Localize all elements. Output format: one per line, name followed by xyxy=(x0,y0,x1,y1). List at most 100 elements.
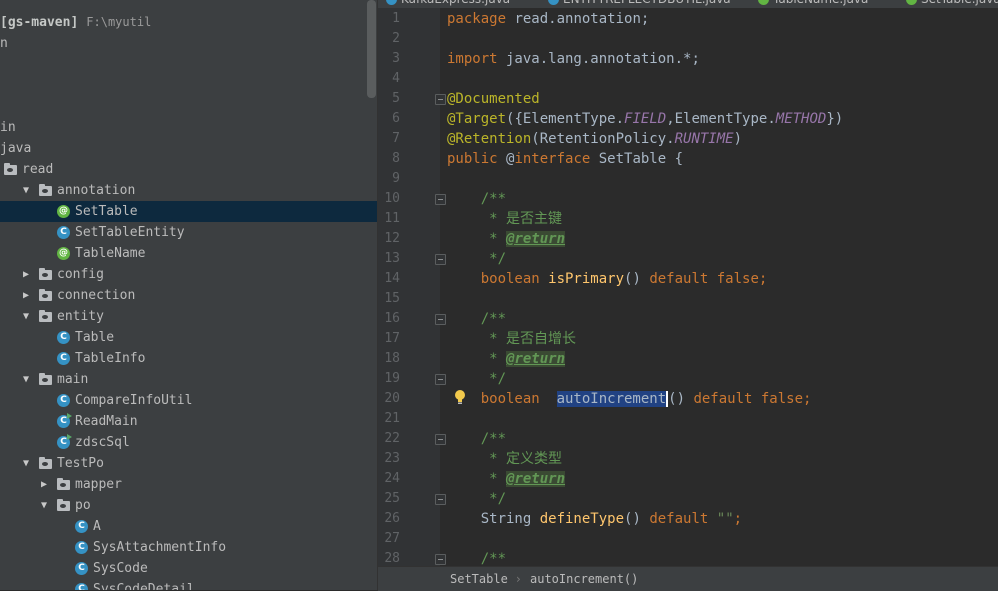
tree-item-label: TableName xyxy=(75,246,146,261)
code-line-18: * @return xyxy=(447,351,566,367)
tree-item-label: po xyxy=(75,498,91,513)
tab-label: SetTable.java xyxy=(921,0,998,6)
line-number: 15 xyxy=(384,291,400,306)
tree-item-po[interactable]: ▼ po xyxy=(0,495,377,516)
class-icon: C xyxy=(57,434,72,449)
tab-label: ENTITYREFLECTDBUTIL.java xyxy=(563,0,731,6)
chevron-down-icon[interactable]: ▼ xyxy=(20,369,32,390)
line-number: 9 xyxy=(392,171,400,186)
code-line-6: @Target({ElementType.FIELD,ElementType.M… xyxy=(447,111,844,127)
code-line-10: /** xyxy=(447,191,507,207)
line-number: 13 xyxy=(384,251,400,266)
tree-item-label: Table xyxy=(75,330,115,345)
tree-item-entity[interactable]: ▼ entity xyxy=(0,306,377,327)
class-icon: C xyxy=(57,331,70,344)
tree-item-settable[interactable]: @ SetTable xyxy=(0,201,377,222)
tree-item-label: SysCode xyxy=(93,561,148,576)
tree-item-syscode[interactable]: C SysCode xyxy=(0,558,377,579)
code-line-24: * @return xyxy=(447,471,566,487)
tab-label: KafkaExpress.java xyxy=(401,0,510,6)
class-icon: C xyxy=(75,520,88,533)
breadcrumb-settable[interactable]: SetTable xyxy=(450,567,508,591)
tree-item-label: TestPo xyxy=(57,456,104,471)
tree-item-sysattachmentinfo[interactable]: C SysAttachmentInfo xyxy=(0,537,377,558)
tab-entityreflectdbutil-java[interactable]: ENTITYREFLECTDBUTIL.java xyxy=(548,0,731,8)
line-number: 27 xyxy=(384,531,400,546)
project-tree-panel: [gs-maven] F:\myutil n in java read ▼ annotati… xyxy=(0,0,377,590)
lightbulb-icon[interactable] xyxy=(453,389,467,405)
package-folder-icon xyxy=(39,373,52,385)
line-number: 4 xyxy=(392,71,400,86)
tree-item-tablename[interactable]: @ TableName xyxy=(0,243,377,264)
tree-item-settableentity[interactable]: C SetTableEntity xyxy=(0,222,377,243)
class-icon: C xyxy=(75,583,88,590)
class-icon: C xyxy=(75,562,88,575)
line-number: 23 xyxy=(384,451,400,466)
class-icon: C xyxy=(57,226,70,239)
package-folder-icon xyxy=(39,289,52,301)
tree-item-label: A xyxy=(93,519,101,534)
tab-label: TableName.java xyxy=(773,0,868,6)
tree-item-a[interactable]: CA xyxy=(0,516,377,537)
class-icon: C xyxy=(57,413,72,428)
tab-kafkaexpress-java[interactable]: KafkaExpress.java xyxy=(386,0,510,8)
fold-marker[interactable] xyxy=(435,374,446,385)
tree-item-main[interactable]: ▼ main xyxy=(0,369,377,390)
tree-scrollbar[interactable] xyxy=(367,0,376,98)
fold-marker[interactable] xyxy=(435,254,446,265)
line-number: 26 xyxy=(384,511,400,526)
tree-item-config[interactable]: ▶ config xyxy=(0,264,377,285)
tree-item-tableinfo[interactable]: C TableInfo xyxy=(0,348,377,369)
tree-item-label: SysCodeDetail xyxy=(93,582,195,590)
line-number: 1 xyxy=(392,11,400,26)
fold-marker[interactable] xyxy=(435,194,446,205)
run-icon xyxy=(67,413,72,419)
tree-item-annotation[interactable]: ▼ annotation xyxy=(0,180,377,201)
tree-item-label: annotation xyxy=(57,183,136,198)
tree-item-read[interactable]: read xyxy=(0,159,377,180)
tree-item-readmain[interactable]: C ReadMain xyxy=(0,411,377,432)
chevron-down-icon[interactable]: ▼ xyxy=(20,180,32,201)
chevron-right-icon[interactable]: ▶ xyxy=(38,474,50,495)
tab-tablename-java[interactable]: TableName.java xyxy=(758,0,868,8)
tree-item-syscodedetail[interactable]: C SysCodeDetail xyxy=(0,579,377,590)
code-line-25: */ xyxy=(447,491,507,507)
tree-item-compareinfoutil[interactable]: C CompareInfoUtil xyxy=(0,390,377,411)
tree-item-in[interactable]: in xyxy=(0,117,377,138)
highlighted-identifier[interactable]: autoIncrement xyxy=(556,391,669,407)
code-line-23: * 定义类型 xyxy=(447,451,563,467)
tree-item-label: SysAttachmentInfo xyxy=(93,540,227,555)
line-number: 5 xyxy=(392,91,400,106)
fold-marker[interactable] xyxy=(435,494,446,505)
fold-marker[interactable] xyxy=(435,434,446,445)
line-number: 2 xyxy=(392,31,400,46)
breadcrumb-separator: › xyxy=(516,572,521,586)
line-number: 17 xyxy=(384,331,400,346)
tree-item-table[interactable]: C Table xyxy=(0,327,377,348)
breadcrumb: SetTable › autoIncrement() xyxy=(378,566,998,591)
annotation-icon xyxy=(758,0,769,5)
tree-item-label: zdscSql xyxy=(75,435,130,450)
breadcrumb-autoincrement[interactable]: autoIncrement() xyxy=(530,567,638,591)
fold-marker[interactable] xyxy=(435,94,446,105)
chevron-down-icon[interactable]: ▼ xyxy=(20,453,32,474)
tree-item-zdscsql[interactable]: CzdscSql xyxy=(0,432,377,453)
chevron-down-icon[interactable]: ▼ xyxy=(38,495,50,516)
chevron-down-icon[interactable]: ▼ xyxy=(20,306,32,327)
line-number: 7 xyxy=(392,131,400,146)
chevron-right-icon[interactable]: ▶ xyxy=(20,285,32,306)
tree-item-n[interactable]: n xyxy=(0,33,377,54)
fold-marker[interactable] xyxy=(435,554,446,565)
tree-item-java[interactable]: java xyxy=(0,138,377,159)
tree-item-mapper[interactable]: ▶ mapper xyxy=(0,474,377,495)
class-icon xyxy=(548,0,559,5)
package-folder-icon xyxy=(57,478,70,490)
tree-item-connection[interactable]: ▶ connection xyxy=(0,285,377,306)
fold-marker[interactable] xyxy=(435,314,446,325)
tree-item-label: entity xyxy=(57,309,104,324)
project-root-row[interactable]: [gs-maven] F:\myutil xyxy=(0,12,377,33)
tree-item-label: main xyxy=(57,372,89,387)
tree-item-testpo[interactable]: ▼ TestPo xyxy=(0,453,377,474)
chevron-right-icon[interactable]: ▶ xyxy=(20,264,32,285)
code-line-19: */ xyxy=(447,371,507,387)
